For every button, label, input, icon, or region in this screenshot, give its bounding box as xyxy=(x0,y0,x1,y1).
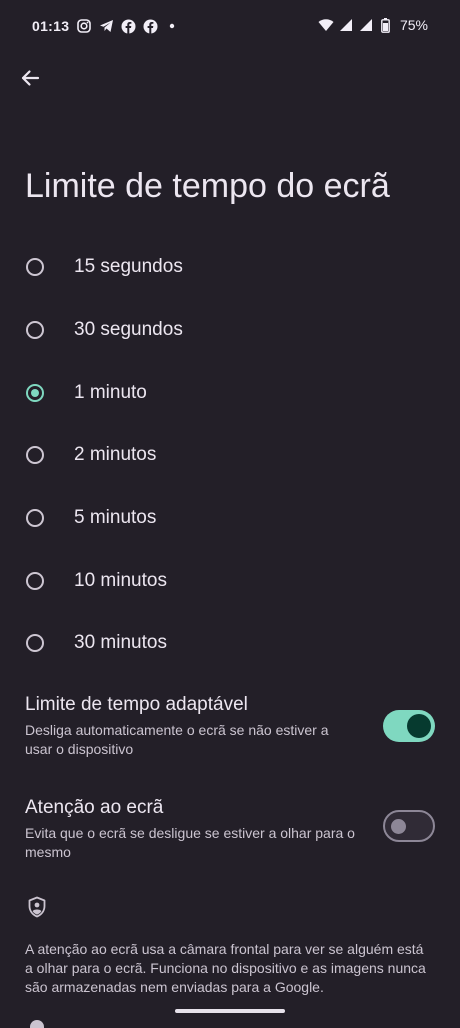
battery-icon xyxy=(378,17,394,33)
radio-button[interactable] xyxy=(26,571,44,590)
adaptive-timeout-toggle[interactable] xyxy=(383,710,435,742)
signal-icon xyxy=(338,17,354,33)
toggle-knob xyxy=(407,714,431,738)
radio-button[interactable] xyxy=(26,258,44,277)
toggle-knob xyxy=(391,819,406,834)
screen-attention-setting[interactable]: Atenção ao ecrã Evita que o ecrã se desl… xyxy=(25,797,435,862)
option-label: 10 minutos xyxy=(74,569,167,591)
instagram-icon xyxy=(76,18,92,34)
option-5-minutes[interactable]: 5 minutos xyxy=(0,487,460,550)
option-label: 2 minutos xyxy=(74,444,157,466)
option-15-seconds[interactable]: 15 segundos xyxy=(0,236,460,299)
home-indicator[interactable] xyxy=(175,1009,285,1013)
facebook-icon xyxy=(120,18,136,34)
partial-icon xyxy=(30,1020,44,1028)
system-icons: 75% xyxy=(318,17,428,33)
option-label: 30 segundos xyxy=(74,319,183,341)
option-1-minute[interactable]: 1 minuto xyxy=(0,361,460,424)
option-label: 5 minutos xyxy=(74,507,157,529)
screen-attention-toggle[interactable] xyxy=(383,810,435,842)
notification-icons xyxy=(76,18,180,34)
option-2-minutes[interactable]: 2 minutos xyxy=(0,424,460,487)
page-title: Limite de tempo do ecrã xyxy=(25,167,390,205)
screen-attention-info: A atenção ao ecrã usa a câmara frontal p… xyxy=(25,941,426,995)
arrow-back-icon xyxy=(20,68,40,93)
radio-button[interactable] xyxy=(26,509,44,528)
radio-button[interactable] xyxy=(26,634,44,653)
radio-button[interactable] xyxy=(26,446,44,465)
telegram-icon xyxy=(98,18,114,34)
radio-button-selected[interactable] xyxy=(26,383,44,402)
option-30-minutes[interactable]: 30 minutos xyxy=(0,612,460,675)
adaptive-timeout-setting[interactable]: Limite de tempo adaptável Desliga automa… xyxy=(25,694,435,759)
notification-dot-icon xyxy=(164,18,180,34)
status-time: 01:13 xyxy=(32,18,70,34)
screen-attention-description: Evita que o ecrã se desligue se estiver … xyxy=(25,825,355,860)
option-30-seconds[interactable]: 30 segundos xyxy=(0,299,460,362)
shield-person-icon xyxy=(27,896,47,918)
radio-button[interactable] xyxy=(26,321,44,340)
wifi-icon xyxy=(318,17,334,33)
option-10-minutes[interactable]: 10 minutos xyxy=(0,549,460,612)
facebook-icon xyxy=(142,18,158,34)
back-button[interactable] xyxy=(16,66,44,94)
screen-attention-title: Atenção ao ecrã xyxy=(25,797,164,818)
adaptive-timeout-description: Desliga automaticamente o ecrã se não es… xyxy=(25,722,329,757)
option-label: 1 minuto xyxy=(74,381,147,403)
battery-percentage: 75% xyxy=(399,17,428,33)
status-bar: 01:13 75% xyxy=(0,0,460,52)
adaptive-timeout-title: Limite de tempo adaptável xyxy=(25,694,248,715)
option-label: 15 segundos xyxy=(74,256,183,278)
signal-icon xyxy=(358,17,374,33)
timeout-options: 15 segundos 30 segundos 1 minuto 2 minut… xyxy=(0,236,460,675)
option-label: 30 minutos xyxy=(74,632,167,654)
